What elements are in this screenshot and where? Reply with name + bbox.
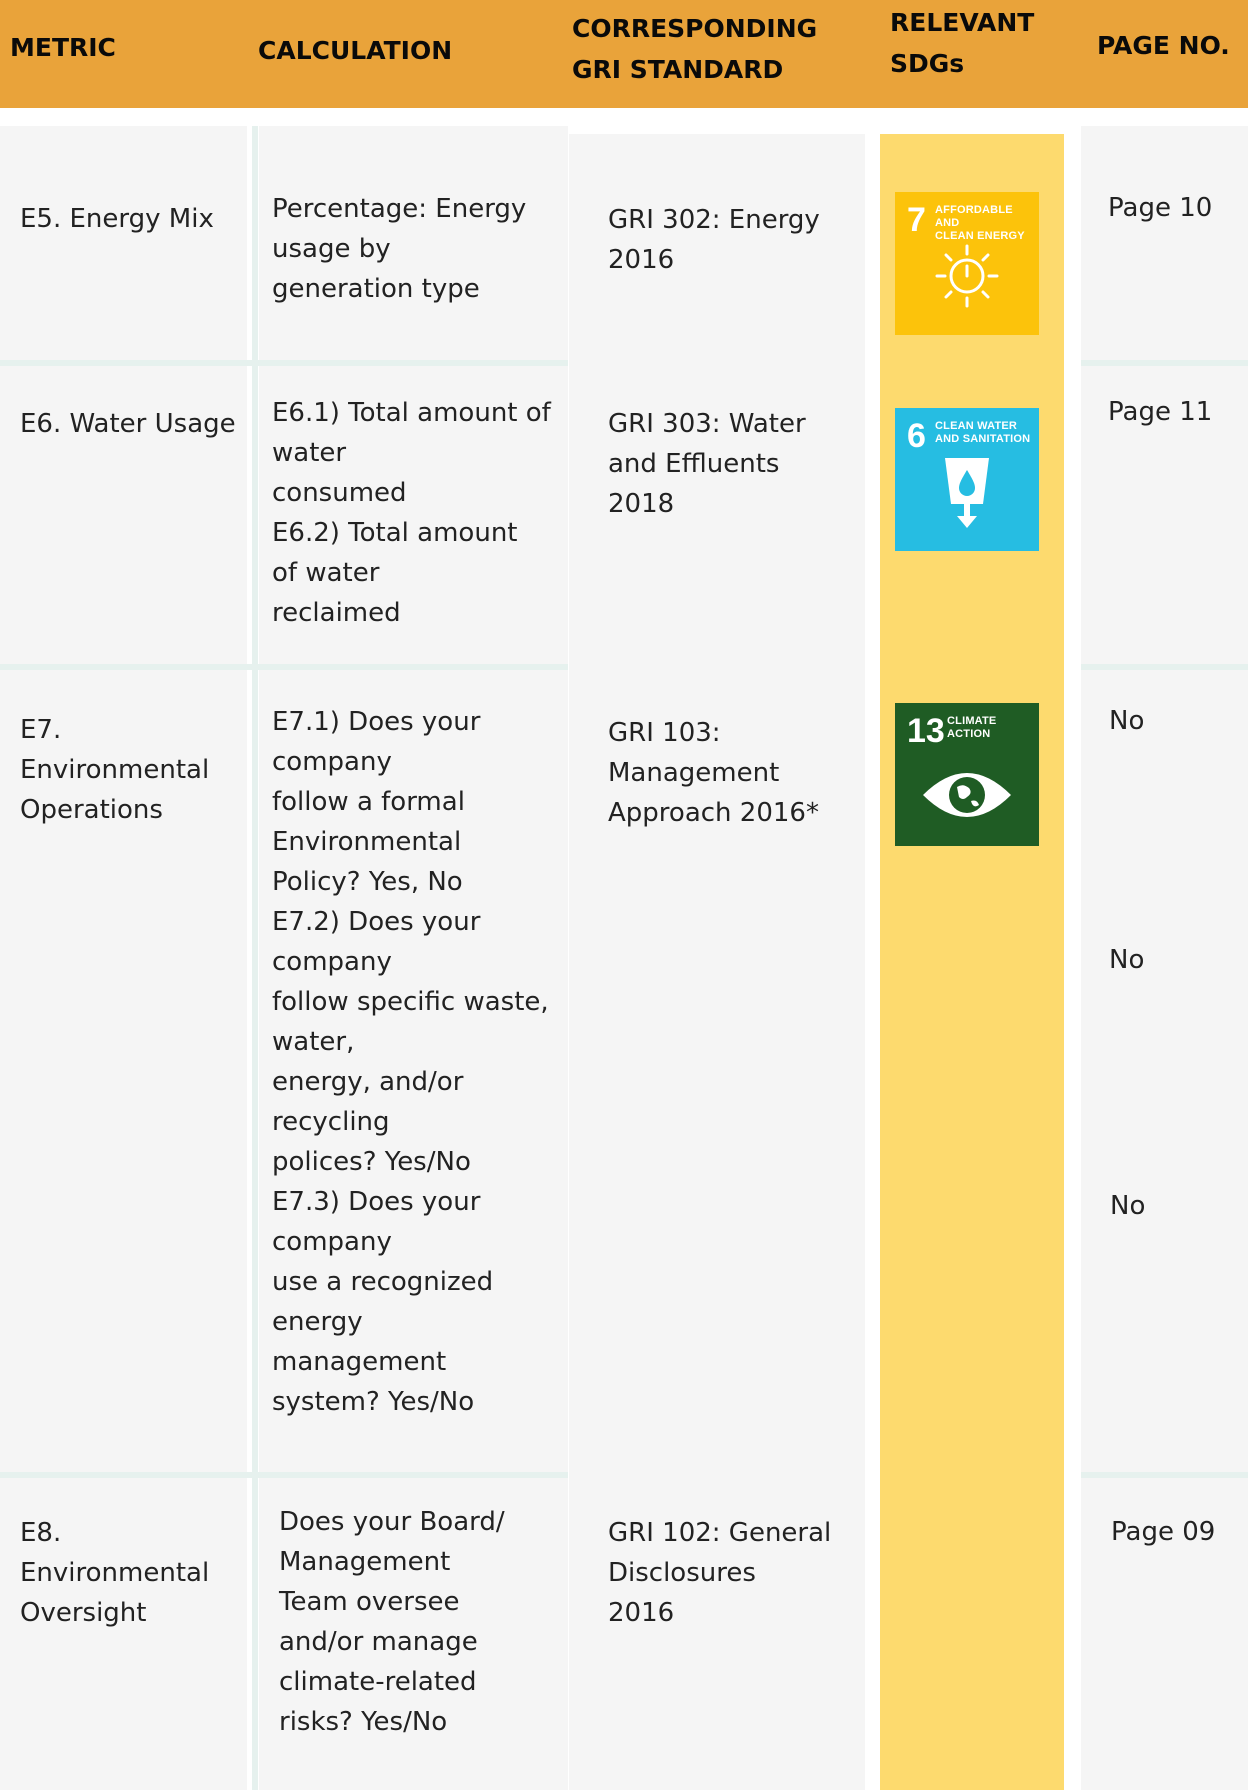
calculation-cell: E6.1) Total amount of water consumed E6.… bbox=[272, 398, 551, 628]
sdg-13-tile: 13 CLIMATE ACTION bbox=[895, 703, 1039, 846]
metric-cell: E6. Water Usage bbox=[20, 409, 236, 439]
earth-eye-icon bbox=[923, 773, 1011, 817]
sdg-7-tile: 7 AFFORDABLE AND CLEAN ENERGY bbox=[895, 192, 1039, 335]
sdg-label: CLIMATE ACTION bbox=[947, 715, 997, 740]
row-separator bbox=[1081, 360, 1248, 366]
row-separator bbox=[1081, 1472, 1248, 1478]
gri-cell: GRI 102: General Disclosures 2016 bbox=[608, 1518, 832, 1628]
page-cell: No bbox=[1109, 945, 1145, 975]
calculation-cell: E7.1) Does your company follow a formal … bbox=[272, 707, 549, 1417]
sun-power-icon bbox=[935, 244, 999, 308]
gri-cell: GRI 103: Management Approach 2016* bbox=[608, 718, 819, 828]
water-glass-icon bbox=[945, 458, 989, 528]
sdg-column-bg bbox=[880, 134, 1064, 1790]
page-cell: Page 10 bbox=[1108, 193, 1213, 223]
header-relevant-sdgs: RELEVANT SDGs bbox=[890, 8, 1035, 78]
page-cell: Page 11 bbox=[1108, 397, 1213, 427]
gri-cell: GRI 302: Energy 2016 bbox=[608, 205, 820, 275]
row-separator bbox=[1081, 664, 1248, 670]
calculation-cell: Does your Board/ Management Team oversee… bbox=[279, 1507, 505, 1737]
row-separator bbox=[0, 1472, 568, 1478]
row-separator bbox=[0, 360, 568, 366]
column-divider bbox=[252, 126, 258, 1790]
page-cell: No bbox=[1110, 1191, 1146, 1221]
sdg-label: CLEAN WATER AND SANITATION bbox=[935, 420, 1031, 445]
row-separator bbox=[0, 664, 568, 670]
header-gri-standard: CORRESPONDING GRI STANDARD bbox=[572, 14, 818, 84]
header-calculation: CALCULATION bbox=[258, 36, 453, 65]
header-page-no: PAGE NO. bbox=[1097, 31, 1230, 60]
metric-cell: E8. Environmental Oversight bbox=[20, 1518, 210, 1628]
metric-cell: E7. Environmental Operations bbox=[20, 715, 210, 825]
header-metric: METRIC bbox=[10, 33, 116, 62]
page-cell: No bbox=[1109, 706, 1145, 736]
sdg-6-tile: 6 CLEAN WATER AND SANITATION bbox=[895, 408, 1039, 551]
calculation-cell: Percentage: Energy usage by generation t… bbox=[272, 194, 527, 304]
page-cell: Page 09 bbox=[1111, 1517, 1216, 1547]
gri-cell: GRI 303: Water and Effluents 2018 bbox=[608, 409, 806, 519]
metric-cell: E5. Energy Mix bbox=[20, 204, 214, 234]
